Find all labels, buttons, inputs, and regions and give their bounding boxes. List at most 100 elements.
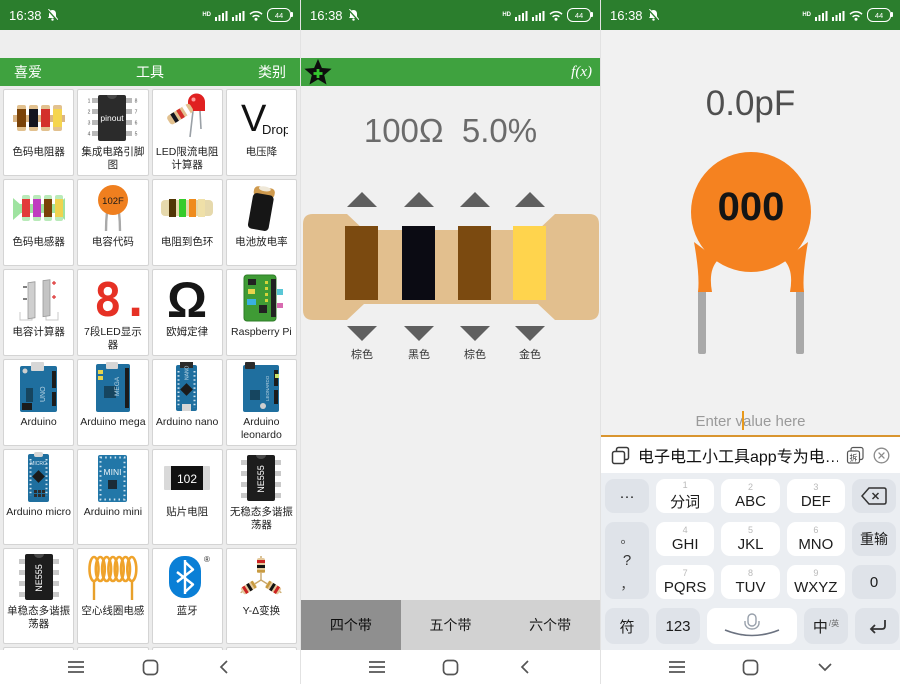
back-button[interactable] [513, 655, 537, 679]
svg-text:UNO: UNO [40, 386, 47, 402]
tab-four-bands[interactable]: 四个带 [301, 600, 401, 650]
tool-label: Y-Δ变换 [243, 605, 281, 618]
home-button[interactable] [138, 655, 162, 679]
key-6-mno[interactable]: 6MNO [787, 522, 845, 556]
band-down-arrow[interactable] [404, 326, 434, 341]
space-voice-key[interactable] [707, 608, 797, 644]
tool-card-raspberry-pi[interactable]: Raspberry Pi [226, 269, 297, 356]
tool-card-arduino-mini[interactable]: MINI Arduino mini [77, 449, 148, 545]
key-2-abc[interactable]: 2ABC [721, 479, 779, 513]
backspace-key[interactable] [852, 479, 896, 513]
tool-card-ohms-law[interactable]: Ω 欧姆定律 [152, 269, 223, 356]
svg-text:MINI: MINI [103, 467, 121, 477]
key-1-fenci[interactable]: 1分词 [656, 479, 714, 513]
clipboard-suggestion-text[interactable]: 电子电工小工具app专为电… [638, 443, 838, 467]
tool-label: Raspberry Pi [231, 326, 292, 339]
tool-label: Arduino mega [80, 416, 145, 429]
clipboard-icon[interactable] [611, 446, 630, 465]
inductor-color-code-icon [12, 183, 66, 233]
language-toggle-key[interactable]: 中/英 [804, 608, 848, 644]
color-band-4[interactable] [513, 226, 546, 300]
menu-button[interactable] [365, 655, 389, 679]
tool-card-smd-resistor[interactable]: 102 贴片电阻 [152, 449, 223, 545]
capacitor-code-text: 000 [717, 185, 784, 229]
tool-card-bluetooth[interactable]: ® 蓝牙 [152, 548, 223, 644]
capacitor-plates-icon [12, 273, 66, 323]
color-band-3[interactable] [458, 226, 491, 300]
tool-card-arduino-nano[interactable]: NANO Arduino nano [152, 359, 223, 446]
tool-card-voltage-drop[interactable]: VDrop 电压降 [226, 89, 297, 176]
tab-six-bands[interactable]: 六个带 [500, 600, 600, 650]
menu-button[interactable] [665, 655, 689, 679]
key-9-wxyz[interactable]: 9WXYZ [787, 565, 845, 599]
key-0[interactable]: 0 [852, 565, 896, 599]
fx-function-button[interactable]: f(x) [571, 64, 592, 81]
expand-clipboard-icon[interactable]: 拆 [846, 446, 865, 465]
band-up-arrow[interactable] [347, 192, 377, 207]
tools-grid: 色码电阻器 12348765pinout 集成电路引脚图 LED限流电阻计算器 … [0, 86, 300, 650]
value-input[interactable]: Enter value here [601, 407, 900, 437]
enter-key[interactable] [855, 608, 899, 644]
numbers-key[interactable]: 123 [656, 608, 700, 644]
close-suggestion-icon[interactable] [873, 447, 890, 464]
tool-card-led-resistor[interactable]: LED限流电阻计算器 [152, 89, 223, 176]
key-punctuation[interactable]: 。 ? ， [605, 522, 649, 599]
hide-keyboard-button[interactable] [813, 655, 837, 679]
svg-text:NE555: NE555 [34, 564, 44, 592]
tool-card-resistance-to-bands[interactable]: 电阻到色环 [152, 179, 223, 266]
tab-tools[interactable]: 工具 [136, 62, 164, 82]
battery-discharge-icon [234, 183, 288, 233]
tool-card-monostable-multivibrator[interactable]: NE555 单稳态多谐振荡器 [3, 548, 74, 644]
tool-card-battery-discharge[interactable]: 电池放电率 [226, 179, 297, 266]
key-7-pqrs[interactable]: 7PQRS [656, 565, 714, 599]
tool-card-ic-pinout[interactable]: 12348765pinout 集成电路引脚图 [77, 89, 148, 176]
tool-card-seven-segment[interactable]: 8. 7段LED显示器 [77, 269, 148, 356]
key-4-ghi[interactable]: 4GHI [656, 522, 714, 556]
tab-favorites[interactable]: 喜爱 [14, 62, 42, 82]
favorite-star-icon[interactable] [303, 58, 333, 86]
tool-card-arduino-uno[interactable]: UNO Arduino [3, 359, 74, 446]
tool-card-inductor-color-code[interactable]: 色码电感器 [3, 179, 74, 266]
menu-button[interactable] [64, 655, 88, 679]
tool-label: 电阻到色环 [161, 236, 214, 249]
three-screen-composite: 16:38 HD 44 喜爱 工具 类别 色码电阻器 [0, 0, 900, 684]
key-8-tuv[interactable]: 8TUV [721, 565, 779, 599]
color-band-2[interactable] [402, 226, 435, 300]
band-down-arrow[interactable] [347, 326, 377, 341]
tool-label: 空心线圈电感 [81, 605, 144, 618]
tool-card-arduino-leonardo[interactable]: LEONARDO Arduino leonardo [226, 359, 297, 446]
tool-label: 无稳态多谐振荡器 [228, 506, 295, 532]
signal-icon [815, 9, 828, 21]
home-button[interactable] [739, 655, 763, 679]
microphone-icon [707, 613, 797, 639]
tool-card-arduino-micro[interactable]: MICRO Arduino micro [3, 449, 74, 545]
key-more-symbols[interactable]: ··· [605, 479, 649, 513]
svg-text:NANO: NANO [185, 365, 191, 380]
color-band-1[interactable] [345, 226, 378, 300]
tab-five-bands[interactable]: 五个带 [401, 600, 501, 650]
svg-text:MICRO: MICRO [30, 461, 47, 467]
home-button[interactable] [439, 655, 463, 679]
input-placeholder: Enter value here [695, 413, 805, 430]
band-up-arrow[interactable] [515, 192, 545, 207]
reenter-key[interactable]: 重输 [852, 522, 896, 556]
band-down-arrow[interactable] [515, 326, 545, 341]
back-button[interactable] [212, 655, 236, 679]
capacitor-code-icon: 102F [86, 183, 140, 233]
band-up-arrow[interactable] [404, 192, 434, 207]
svg-text:拆: 拆 [850, 452, 858, 462]
key-3-def[interactable]: 3DEF [787, 479, 845, 513]
tool-card-astable-multivibrator[interactable]: NE555 无稳态多谐振荡器 [226, 449, 297, 545]
key-5-jkl[interactable]: 5JKL [721, 522, 779, 556]
tool-card-resistor-color-code[interactable]: 色码电阻器 [3, 89, 74, 176]
tab-categories[interactable]: 类别 [258, 62, 286, 82]
band-down-arrow[interactable] [460, 326, 490, 341]
tool-card-capacitor-code[interactable]: 102F 电容代码 [77, 179, 148, 266]
tool-card-air-coil-inductor[interactable]: 空心线圈电感 [77, 548, 148, 644]
tool-card-arduino-mega[interactable]: MEGA Arduino mega [77, 359, 148, 446]
symbols-key[interactable]: 符 [605, 608, 649, 644]
tool-card-capacitance-calculator[interactable]: 电容计算器 [3, 269, 74, 356]
band-up-arrow[interactable] [460, 192, 490, 207]
tool-card-y-delta[interactable]: Y-Δ变换 [226, 548, 297, 644]
ceramic-capacitor-graphic[interactable]: 000 [666, 150, 836, 358]
